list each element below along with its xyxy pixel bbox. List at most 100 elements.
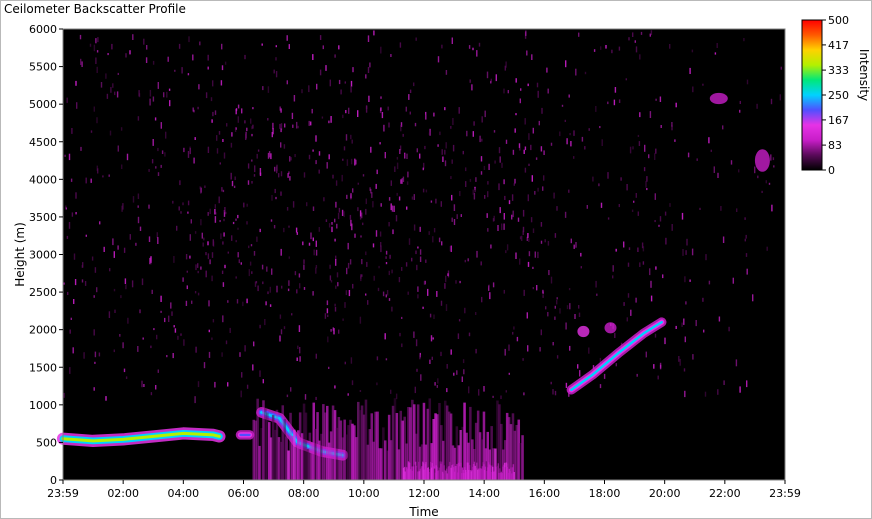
speckle-cell [219, 220, 221, 223]
speckle-cell [534, 251, 536, 258]
speckle-cell [113, 251, 115, 258]
speckle-cell [689, 67, 691, 74]
speckle-cell [702, 83, 704, 86]
speckle-cell [473, 121, 475, 126]
speckle-cell [367, 67, 370, 73]
speckle-cell [708, 137, 710, 144]
speckle-cell [315, 240, 317, 247]
speckle-cell [381, 112, 384, 119]
speckle-cell [416, 264, 418, 271]
speckle-cell [376, 169, 378, 175]
speckle-cell [231, 180, 234, 187]
speckle-cell [329, 79, 331, 87]
speckle-cell [537, 251, 539, 259]
speckle-cell [222, 241, 224, 245]
speckle-cell [266, 266, 268, 272]
speckle-cell [354, 158, 356, 166]
speckle-cell [522, 230, 524, 235]
speckle-cell [207, 212, 209, 216]
speckle-cell [315, 160, 317, 165]
speckle-cell [708, 280, 711, 285]
speckle-cell [151, 289, 153, 294]
speckle-cell [286, 80, 288, 85]
speckle-cell [290, 387, 292, 392]
speckle-cell [288, 256, 290, 259]
speckle-cell [350, 86, 352, 93]
speckle-cell [169, 100, 171, 107]
speckle-cell [444, 283, 446, 289]
speckle-cell [280, 171, 283, 177]
speckle-cell [513, 326, 515, 330]
speckle-cell [340, 89, 342, 95]
speckle-cell [81, 61, 83, 67]
speckle-cell [296, 357, 298, 361]
speckle-cell [406, 153, 408, 159]
speckle-cell [370, 188, 372, 194]
speckle-cell [357, 110, 359, 117]
speckle-cell [219, 162, 221, 165]
speckle-cell [221, 270, 224, 274]
speckle-cell [142, 337, 144, 340]
speckle-cell [450, 126, 452, 129]
speckle-cell [218, 131, 221, 135]
speckle-cell [166, 91, 168, 98]
speckle-cell [437, 56, 440, 63]
speckle-cell [145, 57, 148, 63]
speckle-cell [143, 38, 145, 45]
speckle-cell [114, 309, 116, 313]
speckle-cell [224, 61, 227, 65]
speckle-cell [635, 193, 637, 198]
speckle-cell [684, 276, 686, 283]
speckle-cell [350, 193, 352, 199]
speckle-cell [321, 116, 324, 119]
speckle-cell [419, 256, 422, 262]
speckle-cell [391, 269, 393, 274]
speckle-cell [399, 149, 401, 154]
speckle-cell [406, 206, 408, 210]
speckle-cell [451, 159, 453, 164]
speckle-cell [409, 111, 411, 115]
speckle-cell [325, 65, 327, 71]
speckle-cell [569, 133, 571, 136]
speckle-cell [255, 281, 258, 284]
speckle-cell [542, 291, 544, 295]
speckle-cell [722, 125, 724, 130]
speckle-cell [521, 235, 523, 241]
speckle-cell [524, 167, 527, 173]
speckle-cell [532, 266, 534, 269]
speckle-cell [344, 361, 346, 365]
speckle-cell [342, 318, 344, 321]
speckle-cell [171, 311, 173, 316]
speckle-cell [505, 139, 508, 144]
speckle-cell [326, 300, 329, 306]
speckle-cell [157, 172, 160, 176]
speckle-cell [231, 132, 233, 137]
speckle-cell [607, 217, 610, 220]
speckle-cell [90, 130, 93, 133]
speckle-cell [160, 164, 162, 168]
speckle-cell [209, 208, 211, 214]
speckle-cell [466, 130, 468, 137]
speckle-cell [430, 335, 433, 342]
speckle-cell [303, 287, 306, 290]
speckle-cell [344, 302, 346, 308]
speckle-cell [395, 215, 398, 222]
speckle-cell [439, 131, 441, 136]
speckle-cell [168, 315, 170, 322]
speckle-cell [137, 116, 140, 121]
speckle-cell [174, 328, 177, 333]
x-tick-label: 10:00 [348, 487, 380, 500]
speckle-cell [402, 133, 404, 137]
speckle-cell [710, 149, 712, 152]
speckle-cell [476, 50, 478, 57]
speckle-cell [365, 251, 367, 256]
speckle-cell [267, 118, 269, 121]
speckle-cell [425, 114, 427, 120]
speckle-cell [385, 256, 387, 259]
speckle-cell [338, 329, 340, 334]
speckle-cell [599, 384, 602, 389]
speckle-cell [556, 297, 558, 300]
speckle-cell [207, 66, 209, 70]
speckle-cell [93, 387, 95, 391]
speckle-cell [564, 211, 567, 218]
